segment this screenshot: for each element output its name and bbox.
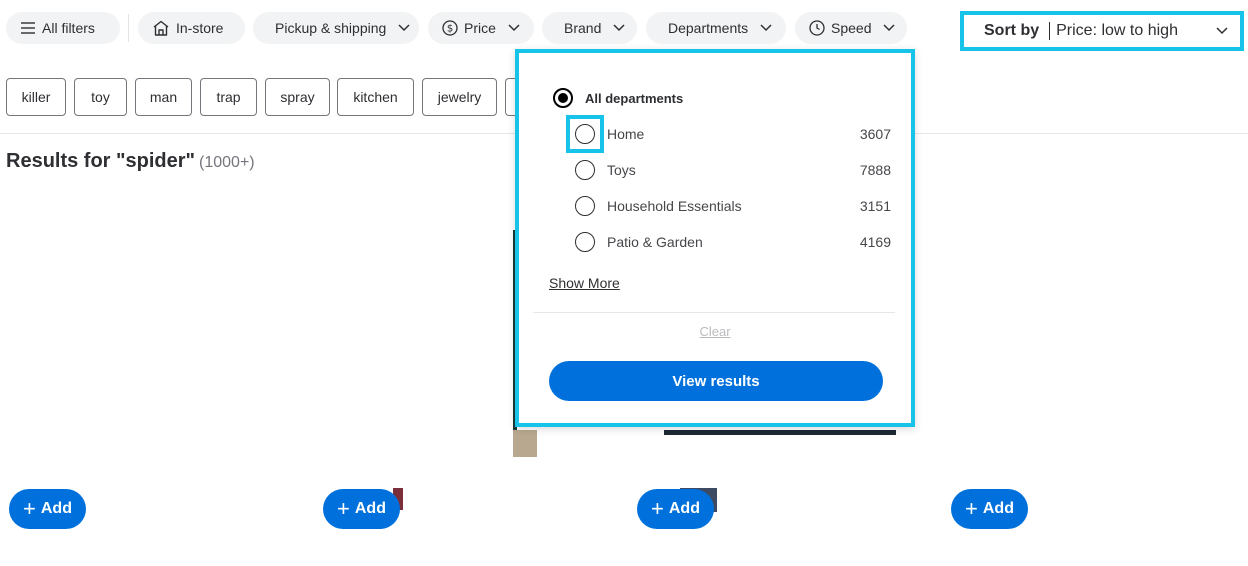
home-radio-highlight — [566, 115, 604, 153]
departments-chip[interactable]: Departments — [646, 12, 786, 44]
results-title: Results for "spider" — [6, 150, 196, 172]
clock-icon — [809, 20, 825, 36]
view-results-button[interactable]: View results — [549, 361, 883, 401]
add-label: Add — [982, 500, 1014, 517]
department-option-label: Home — [607, 126, 645, 142]
speed-chip[interactable]: Speed — [795, 12, 907, 44]
chevron-down-icon — [613, 24, 625, 32]
add-label: Add — [668, 500, 700, 517]
department-option-label: Patio & Garden — [607, 234, 703, 250]
chevron-down-icon — [760, 24, 772, 32]
radio-unchecked-icon[interactable] — [575, 196, 595, 216]
chevron-down-icon — [1216, 27, 1228, 35]
sort-by-label: Sort by — [984, 22, 1040, 39]
add-to-cart-button[interactable]: + Add — [951, 489, 1028, 529]
product-image-fragment — [664, 430, 896, 435]
radio-checked-icon[interactable] — [553, 88, 573, 108]
filter-lines-icon — [21, 22, 35, 34]
brand-label: Brand — [564, 20, 602, 36]
add-to-cart-button[interactable]: + Add — [637, 489, 714, 529]
speed-label: Speed — [831, 20, 872, 36]
radio-unchecked-icon[interactable] — [575, 232, 595, 252]
filter-divider — [128, 14, 129, 42]
sort-by-dropdown[interactable]: Sort by Price: low to high — [960, 11, 1244, 51]
department-option-home[interactable]: Home 3607 — [575, 122, 891, 146]
department-option-count: 7888 — [859, 162, 891, 178]
department-option-count: 4169 — [859, 234, 891, 250]
results-count: (1000+) — [199, 154, 255, 171]
plus-icon: + — [337, 496, 350, 521]
show-more-link[interactable]: Show More — [549, 275, 620, 291]
keyword-chip[interactable]: man — [135, 78, 192, 116]
departments-label: Departments — [668, 20, 749, 36]
departments-dropdown: All departments Home 3607 Toys 7888 Hous… — [515, 49, 915, 427]
plus-icon: + — [965, 496, 978, 521]
product-image-fragment — [513, 430, 537, 457]
department-option-label: All departments — [585, 90, 684, 106]
in-store-label: In-store — [176, 20, 224, 36]
panel-divider — [533, 312, 895, 313]
department-option-label: Toys — [607, 162, 636, 178]
plus-icon: + — [651, 496, 664, 521]
sort-value: Price: low to high — [1056, 22, 1178, 39]
department-option-count: 3607 — [859, 126, 891, 142]
all-filters-label: All filters — [42, 20, 95, 36]
keyword-chip[interactable]: kitchen — [337, 78, 414, 116]
price-label: Price — [464, 20, 496, 36]
keyword-chip[interactable]: toy — [74, 78, 127, 116]
svg-text:$: $ — [447, 24, 453, 35]
store-icon — [153, 20, 169, 36]
department-option-all[interactable]: All departments — [553, 86, 683, 110]
in-store-chip[interactable]: In-store — [138, 12, 245, 44]
keyword-chip[interactable]: jewelry — [422, 78, 497, 116]
department-option-label: Household Essentials — [607, 198, 742, 214]
department-option-household-essentials[interactable]: Household Essentials 3151 — [575, 194, 891, 218]
radio-unchecked-icon[interactable] — [575, 160, 595, 180]
brand-chip[interactable]: Brand — [542, 12, 637, 44]
results-heading: Results for "spider" (1000+) — [6, 150, 255, 173]
plus-icon: + — [23, 496, 36, 521]
chevron-down-icon — [883, 24, 896, 32]
keyword-chip[interactable]: killer — [6, 78, 66, 116]
sort-divider — [1049, 22, 1051, 40]
add-label: Add — [40, 500, 72, 517]
keyword-chip[interactable]: spray — [265, 78, 330, 116]
chevron-down-icon — [508, 24, 520, 32]
keyword-chip[interactable]: trap — [200, 78, 257, 116]
add-to-cart-button[interactable]: + Add — [323, 489, 400, 529]
chevron-down-icon — [398, 24, 410, 32]
price-chip[interactable]: $ Price — [428, 12, 534, 44]
add-to-cart-button[interactable]: + Add — [9, 489, 86, 529]
pickup-shipping-label: Pickup & shipping — [275, 20, 387, 36]
add-label: Add — [354, 500, 386, 517]
department-option-count: 3151 — [859, 198, 891, 214]
pickup-shipping-chip[interactable]: Pickup & shipping — [253, 12, 419, 44]
clear-link[interactable]: Clear — [519, 324, 911, 339]
department-option-toys[interactable]: Toys 7888 — [575, 158, 891, 182]
all-filters-button[interactable]: All filters — [6, 12, 120, 44]
department-option-patio-garden[interactable]: Patio & Garden 4169 — [575, 230, 891, 254]
dollar-circle-icon: $ — [442, 20, 458, 36]
